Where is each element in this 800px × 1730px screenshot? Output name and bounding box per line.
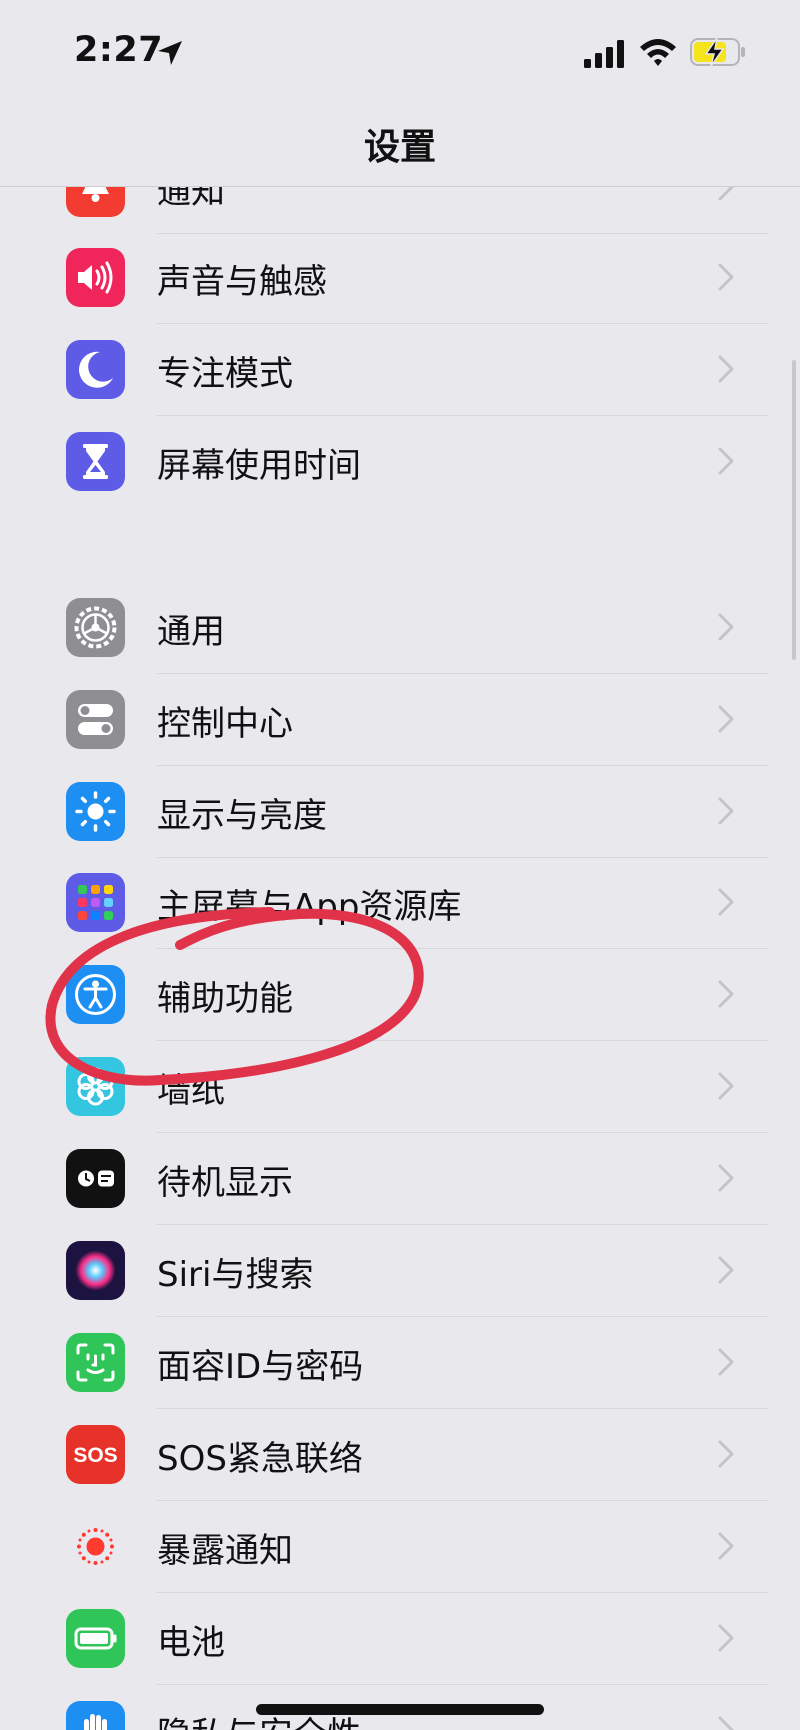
settings-item-label: 屏幕使用时间 xyxy=(157,446,361,486)
settings-item-label: Siri与搜索 xyxy=(157,1255,314,1295)
settings-item-label: 辅助功能 xyxy=(157,979,293,1019)
settings-item-label: 通用 xyxy=(157,612,225,652)
chevron-right-icon xyxy=(718,888,734,916)
gear-icon xyxy=(66,598,125,657)
settings-item-label: 专注模式 xyxy=(157,354,293,394)
settings-item-battery[interactable]: 电池 xyxy=(0,1593,800,1685)
chevron-right-icon xyxy=(718,1256,734,1284)
settings-item-accessibility[interactable]: 辅助功能 xyxy=(0,949,800,1041)
settings-item-sounds[interactable]: 声音与触感 xyxy=(0,232,800,324)
chevron-right-icon xyxy=(718,1532,734,1560)
standby-icon xyxy=(66,1149,125,1208)
chevron-right-icon xyxy=(718,355,734,383)
svg-text:SOS: SOS xyxy=(73,1444,117,1467)
exposure-icon xyxy=(66,1517,125,1576)
siri-icon xyxy=(66,1241,125,1300)
settings-scroll-area[interactable]: 通知 声音与触感 专注模式 屏幕使用时间 通用 控制中心 显示与亮度 主屏幕与A… xyxy=(0,187,800,1730)
settings-item-label: 待机显示 xyxy=(157,1163,293,1203)
battery-charging-icon xyxy=(690,37,745,67)
chevron-right-icon xyxy=(718,1164,734,1192)
cellular-signal-icon xyxy=(584,40,624,68)
settings-item-label: 墙纸 xyxy=(157,1071,225,1111)
hand-icon xyxy=(66,1701,125,1730)
chevron-right-icon xyxy=(718,447,734,475)
toggles-icon xyxy=(66,690,125,749)
settings-item-siri[interactable]: Siri与搜索 xyxy=(0,1225,800,1317)
chevron-right-icon xyxy=(718,187,734,201)
battery-icon xyxy=(66,1609,125,1668)
settings-item-label: 面容ID与密码 xyxy=(157,1347,364,1387)
settings-item-display[interactable]: 显示与亮度 xyxy=(0,766,800,858)
settings-item-emergency-sos[interactable]: SOS SOS紧急联络 xyxy=(0,1409,800,1501)
notification-icon xyxy=(66,187,125,217)
settings-item-general[interactable]: 通用 xyxy=(0,582,800,674)
chevron-right-icon xyxy=(718,1072,734,1100)
sos-icon: SOS xyxy=(66,1425,125,1484)
home-indicator[interactable] xyxy=(256,1704,544,1715)
chevron-right-icon xyxy=(718,705,734,733)
settings-item-label: 通知 xyxy=(157,187,225,212)
scroll-indicator[interactable] xyxy=(792,360,796,660)
chevron-right-icon xyxy=(718,263,734,291)
chevron-right-icon xyxy=(718,1348,734,1376)
settings-item-exposure[interactable]: 暴露通知 xyxy=(0,1501,800,1593)
moon-icon xyxy=(66,340,125,399)
settings-item-screen-time[interactable]: 屏幕使用时间 xyxy=(0,416,800,508)
accessibility-icon xyxy=(66,965,125,1024)
settings-item-home-screen[interactable]: 主屏幕与App资源库 xyxy=(0,857,800,949)
settings-item-focus[interactable]: 专注模式 xyxy=(0,324,800,416)
settings-item-label: 主屏幕与App资源库 xyxy=(157,887,462,927)
chevron-right-icon xyxy=(718,1716,734,1730)
settings-item-label: 控制中心 xyxy=(157,704,293,744)
status-time: 2:27 xyxy=(74,30,164,70)
page-title: 设置 xyxy=(363,127,436,168)
settings-item-control-center[interactable]: 控制中心 xyxy=(0,674,800,766)
location-arrow-icon xyxy=(158,41,182,65)
settings-item-label: SOS紧急联络 xyxy=(157,1439,363,1479)
sun-icon xyxy=(66,782,125,841)
settings-item-standby[interactable]: 待机显示 xyxy=(0,1133,800,1225)
settings-item-label: 显示与亮度 xyxy=(157,796,327,836)
settings-item-face-id[interactable]: 面容ID与密码 xyxy=(0,1317,800,1409)
face-id-icon xyxy=(66,1333,125,1392)
chevron-right-icon xyxy=(718,613,734,641)
settings-item-label: 暴露通知 xyxy=(157,1531,293,1571)
app-grid-icon xyxy=(66,873,125,932)
settings-item-wallpaper[interactable]: 墙纸 xyxy=(0,1041,800,1133)
wifi-icon xyxy=(640,39,676,66)
hourglass-icon xyxy=(66,432,125,491)
settings-item-label: 声音与触感 xyxy=(157,262,327,302)
flower-icon xyxy=(66,1057,125,1116)
status-bar: 2:27 xyxy=(0,0,800,100)
speaker-icon xyxy=(66,248,125,307)
settings-item-label: 电池 xyxy=(157,1623,225,1663)
chevron-right-icon xyxy=(718,1624,734,1652)
chevron-right-icon xyxy=(718,980,734,1008)
settings-item-notifications[interactable]: 通知 xyxy=(0,187,800,234)
chevron-right-icon xyxy=(718,797,734,825)
chevron-right-icon xyxy=(718,1440,734,1468)
